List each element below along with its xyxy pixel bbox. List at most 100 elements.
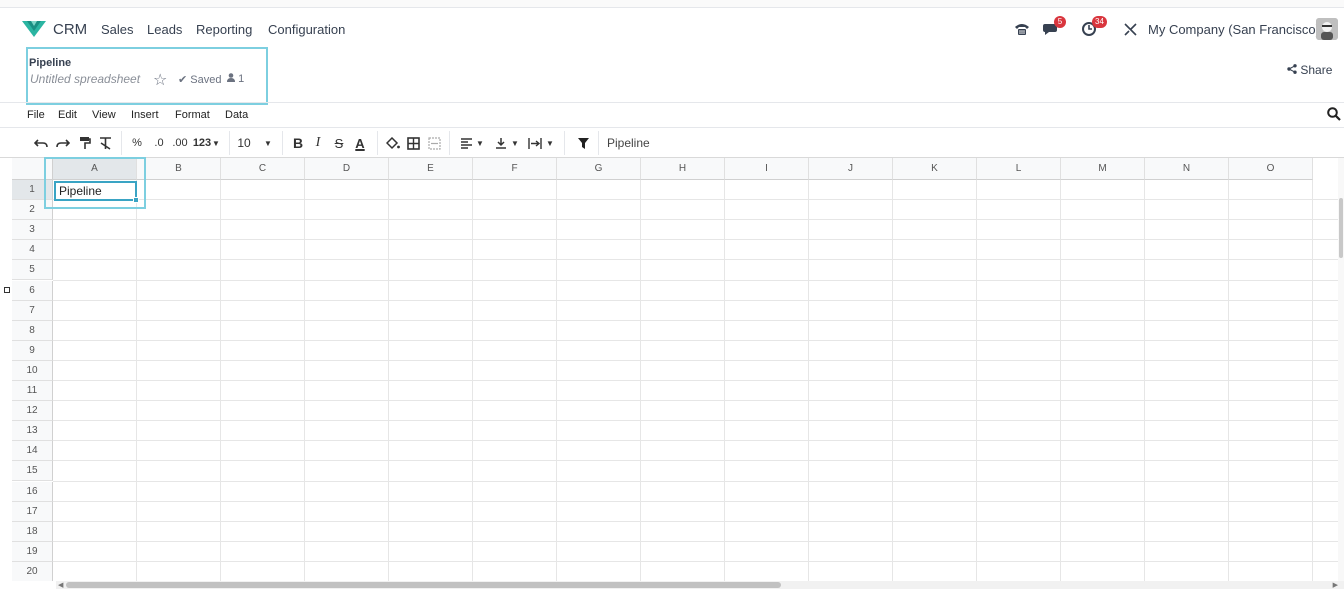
column-header-k[interactable]: K bbox=[893, 158, 977, 180]
column-header-i[interactable]: I bbox=[725, 158, 809, 180]
redo-icon[interactable] bbox=[55, 134, 71, 152]
vertical-scrollbar[interactable] bbox=[1338, 158, 1344, 581]
vertical-align-caret-icon[interactable]: ▼ bbox=[510, 134, 520, 152]
spreadsheet-name[interactable]: Untitled spreadsheet bbox=[30, 72, 140, 86]
column-header-a[interactable]: A bbox=[53, 158, 137, 180]
app-name[interactable]: CRM bbox=[53, 21, 87, 38]
text-color-button[interactable]: A bbox=[352, 134, 368, 152]
menu-sales[interactable]: Sales bbox=[101, 22, 134, 37]
bold-button[interactable]: B bbox=[291, 134, 305, 152]
column-header-m[interactable]: M bbox=[1061, 158, 1145, 180]
column-header-f[interactable]: F bbox=[473, 158, 557, 180]
horizontal-scrollbar[interactable]: ◀ ▶ bbox=[56, 581, 1344, 589]
strikethrough-button[interactable]: S bbox=[332, 134, 346, 152]
row-header-14[interactable]: 14 bbox=[12, 441, 53, 462]
column-header-o[interactable]: O bbox=[1229, 158, 1313, 180]
font-size-caret-icon[interactable]: ▼ bbox=[263, 134, 273, 152]
vertical-align-icon[interactable] bbox=[493, 134, 509, 152]
grid-line bbox=[53, 219, 1342, 221]
share-button[interactable]: Share bbox=[1287, 63, 1332, 77]
scroll-left-icon[interactable]: ◀ bbox=[58, 581, 63, 589]
fill-color-icon[interactable] bbox=[385, 134, 401, 152]
row-header-6[interactable]: 6 bbox=[12, 280, 53, 301]
menu-view[interactable]: View bbox=[92, 109, 116, 121]
row-header-9[interactable]: 9 bbox=[12, 340, 53, 361]
horizontal-align-icon[interactable] bbox=[458, 134, 474, 152]
breadcrumb-parent[interactable]: Pipeline bbox=[29, 57, 71, 69]
row-header-11[interactable]: 11 bbox=[12, 381, 53, 402]
grid-line bbox=[53, 420, 1342, 422]
row-header-20[interactable]: 20 bbox=[12, 561, 53, 581]
vertical-scroll-thumb[interactable] bbox=[1339, 198, 1343, 258]
row-header-18[interactable]: 18 bbox=[12, 521, 53, 542]
row-header-19[interactable]: 19 bbox=[12, 541, 53, 562]
merge-cells-icon[interactable] bbox=[426, 134, 442, 152]
scroll-right-icon[interactable]: ▶ bbox=[1333, 581, 1338, 589]
menu-edit[interactable]: Edit bbox=[58, 109, 77, 121]
borders-icon[interactable] bbox=[405, 134, 421, 152]
column-header-g[interactable]: G bbox=[557, 158, 641, 180]
row-header-4[interactable]: 4 bbox=[12, 240, 53, 261]
text-wrapping-caret-icon[interactable]: ▼ bbox=[545, 134, 555, 152]
menu-leads[interactable]: Leads bbox=[147, 22, 182, 37]
row-header-16[interactable]: 16 bbox=[12, 481, 53, 502]
row-header-1[interactable]: 1 bbox=[12, 180, 53, 201]
row-header-8[interactable]: 8 bbox=[12, 320, 53, 341]
user-avatar[interactable] bbox=[1316, 18, 1338, 40]
column-header-e[interactable]: E bbox=[389, 158, 473, 180]
menu-reporting[interactable]: Reporting bbox=[196, 22, 252, 37]
row-header-3[interactable]: 3 bbox=[12, 220, 53, 241]
company-switcher[interactable]: My Company (San Francisco) bbox=[1148, 22, 1320, 37]
divider bbox=[0, 127, 1344, 128]
row-header-7[interactable]: 7 bbox=[12, 300, 53, 321]
paint-format-icon[interactable] bbox=[77, 134, 93, 152]
menu-insert[interactable]: Insert bbox=[131, 109, 159, 121]
column-header-c[interactable]: C bbox=[221, 158, 305, 180]
row-header-17[interactable]: 17 bbox=[12, 501, 53, 522]
horizontal-scroll-thumb[interactable] bbox=[66, 582, 781, 588]
cell-a1[interactable]: Pipeline bbox=[54, 181, 137, 201]
horizontal-align-caret-icon[interactable]: ▼ bbox=[475, 134, 485, 152]
share-icon bbox=[1287, 63, 1300, 77]
menu-configuration[interactable]: Configuration bbox=[268, 22, 345, 37]
column-header-j[interactable]: J bbox=[809, 158, 893, 180]
toolbar-separator bbox=[377, 131, 378, 155]
search-icon[interactable] bbox=[1327, 107, 1341, 121]
favorite-star-icon[interactable]: ☆ bbox=[153, 70, 167, 90]
grid-line bbox=[53, 400, 1342, 402]
row-header-13[interactable]: 13 bbox=[12, 421, 53, 442]
column-header-d[interactable]: D bbox=[305, 158, 389, 180]
column-header-l[interactable]: L bbox=[977, 158, 1061, 180]
undo-icon[interactable] bbox=[33, 134, 49, 152]
italic-button[interactable]: I bbox=[311, 134, 325, 152]
increase-decimals-button[interactable]: .00 bbox=[171, 134, 189, 152]
row-header-15[interactable]: 15 bbox=[12, 461, 53, 482]
menu-format[interactable]: Format bbox=[175, 109, 210, 121]
text-wrapping-icon[interactable] bbox=[527, 134, 543, 152]
filter-icon[interactable] bbox=[575, 134, 591, 152]
format-percent-button[interactable]: % bbox=[130, 134, 144, 152]
number-format-caret-icon[interactable]: ▼ bbox=[211, 134, 221, 152]
decrease-decimals-button[interactable]: .0 bbox=[151, 134, 167, 152]
column-header-b[interactable]: B bbox=[137, 158, 221, 180]
crm-logo-icon[interactable] bbox=[22, 20, 46, 38]
grid-corner[interactable] bbox=[12, 158, 53, 180]
number-format-button[interactable]: 123 bbox=[192, 134, 212, 152]
drag-handle[interactable] bbox=[4, 287, 10, 293]
phone-icon[interactable] bbox=[1012, 19, 1032, 39]
row-header-10[interactable]: 10 bbox=[12, 360, 53, 381]
column-header-n[interactable]: N bbox=[1145, 158, 1229, 180]
debug-tools-icon[interactable] bbox=[1120, 19, 1140, 39]
row-header-5[interactable]: 5 bbox=[12, 260, 53, 281]
menu-data[interactable]: Data bbox=[225, 109, 248, 121]
menu-file[interactable]: File bbox=[27, 109, 45, 121]
row-header-2[interactable]: 2 bbox=[12, 200, 53, 221]
column-header-h[interactable]: H bbox=[641, 158, 725, 180]
row-header-12[interactable]: 12 bbox=[12, 401, 53, 422]
clear-format-icon[interactable] bbox=[97, 134, 113, 152]
formula-bar-input[interactable]: Pipeline bbox=[607, 136, 650, 150]
autofill-handle[interactable] bbox=[133, 197, 139, 203]
activities-badge: 34 bbox=[1092, 16, 1107, 28]
font-size-select[interactable]: 10 bbox=[236, 134, 252, 152]
spreadsheet-grid[interactable]: A B C D E F G H I J K L M N O 1 2 3 4 5 6 7 8 9 10 11 12 13 14 15 16 17… bbox=[12, 158, 1342, 581]
